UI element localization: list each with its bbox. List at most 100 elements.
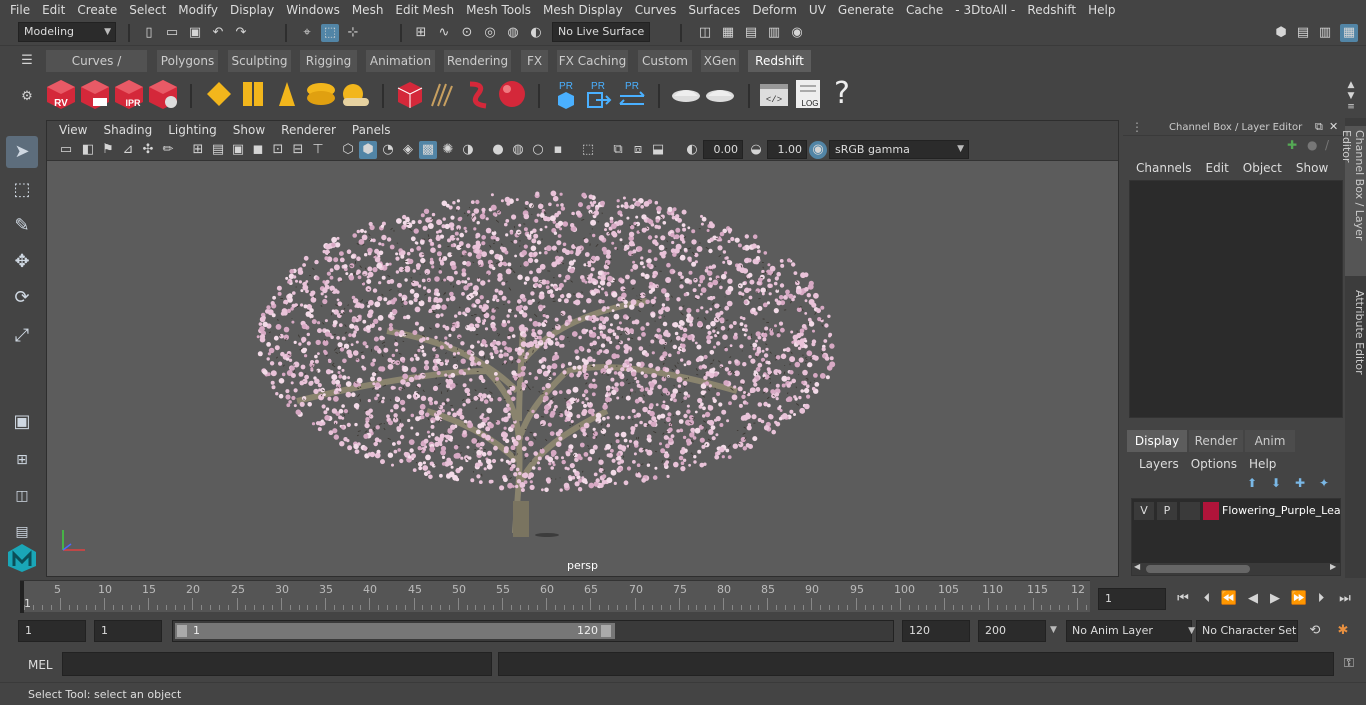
go-to-start-icon[interactable]: ⏮ [1174, 590, 1192, 608]
range-handle[interactable]: 1 120 [175, 623, 615, 639]
anti-aliasing-icon[interactable]: ○ [529, 141, 547, 159]
layer-tab-render[interactable]: Render [1189, 430, 1243, 452]
viewport-menu-lighting[interactable]: Lighting [160, 123, 225, 137]
layer-tab-anim[interactable]: Anim [1245, 430, 1295, 452]
shelf-tab-sculpting[interactable]: Sculpting [228, 50, 292, 72]
layer-menu-layers[interactable]: Layers [1133, 457, 1185, 471]
gamma-icon[interactable]: ◒ [747, 141, 765, 159]
animation-end-field[interactable]: 200 [978, 620, 1046, 642]
redshift-batch-render-icon[interactable] [79, 78, 111, 110]
select-hierarchy-icon[interactable]: ⌖ [298, 24, 316, 42]
mode-select[interactable]: Modeling ▼ [18, 22, 116, 42]
grid-icon[interactable]: ⊞ [189, 141, 207, 159]
toggle-channel-box-icon[interactable]: ▦ [1340, 24, 1358, 42]
character-set-select[interactable]: No Character Set [1196, 620, 1298, 642]
step-forward-key-icon[interactable]: ⏩ [1290, 590, 1308, 608]
anim-layer-select[interactable]: No Anim Layer ▼ [1066, 620, 1195, 642]
redshift-hair-icon[interactable] [428, 78, 460, 110]
exposure-field[interactable]: 0.00 [703, 140, 743, 159]
playback-end-field[interactable]: 120 [902, 620, 970, 642]
channel-keyed-icon[interactable]: ✚ [1287, 138, 1297, 152]
shelf-tab-fx-caching[interactable]: FX Caching [557, 50, 629, 72]
menu-display[interactable]: Display [224, 3, 280, 17]
pr-cube-icon[interactable]: PR [550, 78, 582, 110]
bake-options-icon[interactable] [704, 78, 736, 110]
move-layer-down-icon[interactable]: ⬇ [1271, 476, 1281, 490]
menu-redshift[interactable]: Redshift [1021, 3, 1082, 17]
channel-box-menu-edit[interactable]: Edit [1199, 161, 1236, 175]
viewport-menu-show[interactable]: Show [225, 123, 273, 137]
range-bar[interactable]: 1 120 [172, 620, 894, 642]
xray-icon[interactable]: ⧉ [609, 141, 627, 159]
scale-tool-icon[interactable]: ⤢ [6, 320, 38, 352]
step-back-key-icon[interactable]: ⏪ [1220, 590, 1238, 608]
four-view-layout-icon[interactable]: ⊞ [6, 444, 38, 476]
workspace-icon[interactable]: ⬢ [1272, 24, 1290, 42]
redshift-proxy-icon[interactable] [394, 78, 426, 110]
time-ruler[interactable]: 1 5 10 15 20 25 30 35 40 45 50 55 60 65 70 75 80 85 90 95 1… [20, 580, 1090, 613]
menu-mesh-tools[interactable]: Mesh Tools [460, 3, 537, 17]
paint-select-tool-icon[interactable]: ✎ [6, 210, 38, 242]
depth-of-field-icon[interactable]: ▪ [549, 141, 567, 159]
menu-modify[interactable]: Modify [172, 3, 224, 17]
move-tool-icon[interactable]: ✥ [6, 246, 38, 278]
layer-menu-help[interactable]: Help [1243, 457, 1282, 471]
menu-3dtoall[interactable]: - 3DtoAll - [949, 3, 1021, 17]
redshift-light-ies-icon[interactable] [271, 78, 303, 110]
layer-display-type-toggle[interactable] [1180, 502, 1200, 520]
script-editor-icon[interactable]: </> [758, 78, 790, 110]
step-back-frame-icon[interactable]: ⏴ [1198, 590, 1216, 608]
shelf-tab-redshift[interactable]: Redshift [748, 50, 812, 72]
current-frame-field[interactable]: 1 [1098, 588, 1166, 610]
viewport-menu-view[interactable]: View [51, 123, 95, 137]
redshift-ipr-icon[interactable]: IPR [113, 78, 145, 110]
layer-visibility-toggle[interactable]: V [1134, 502, 1154, 520]
menu-uv[interactable]: UV [803, 3, 832, 17]
screen-space-ao-icon[interactable]: ● [489, 141, 507, 159]
safe-title-icon[interactable]: ⊤ [309, 141, 327, 159]
tab-channel-box[interactable]: Channel Box / Layer Editor [1340, 126, 1366, 276]
single-perspective-layout-icon[interactable]: ▣ [6, 406, 38, 438]
open-scene-icon[interactable]: ▭ [163, 24, 181, 42]
select-components-icon[interactable]: ⊹ [344, 24, 362, 42]
step-forward-frame-icon[interactable]: ⏵ [1312, 590, 1330, 608]
redshift-sun-sky-icon[interactable] [339, 78, 371, 110]
menu-help[interactable]: Help [1082, 3, 1121, 17]
drag-handle-icon[interactable]: ⋮ [1131, 120, 1143, 134]
snap-view-icon[interactable]: ◎ [481, 24, 499, 42]
color-space-select[interactable]: sRGB gamma ▼ [829, 140, 969, 159]
new-layer-selected-icon[interactable]: ✦ [1319, 476, 1329, 490]
viewport-menu-shading[interactable]: Shading [95, 123, 160, 137]
snap-point-icon[interactable]: ⊙ [458, 24, 476, 42]
viewport-panel[interactable]: View Shading Lighting Show Renderer Panels ▭ … [46, 120, 1119, 577]
select-objects-icon[interactable]: ⬚ [321, 24, 339, 42]
menu-generate[interactable]: Generate [832, 3, 900, 17]
menu-edit[interactable]: Edit [36, 3, 71, 17]
default-material-icon[interactable]: ◔ [379, 141, 397, 159]
script-editor-icon[interactable]: ⚿ [1340, 655, 1358, 673]
gate-mask-icon[interactable]: ◼ [249, 141, 267, 159]
snap-live-icon[interactable]: ◐ [527, 24, 545, 42]
save-scene-icon[interactable]: ▣ [186, 24, 204, 42]
redo-icon[interactable]: ↷ [232, 24, 250, 42]
new-scene-icon[interactable]: ▯ [140, 24, 158, 42]
scrollbar-thumb[interactable] [1146, 565, 1250, 573]
shelf-menu-icon[interactable]: ☰ [18, 52, 36, 70]
xray-joints-icon[interactable]: ⧈ [629, 141, 647, 159]
channel-box-menu-channels[interactable]: Channels [1129, 161, 1199, 175]
menu-surfaces[interactable]: Surfaces [682, 3, 746, 17]
log-icon[interactable]: LOG [792, 78, 824, 110]
play-forward-icon[interactable]: ▶ [1266, 590, 1284, 608]
render-settings-icon[interactable]: ▥ [765, 24, 783, 42]
shelf-tab-fx[interactable]: FX [521, 50, 549, 72]
shelf-tab-curves-surfaces[interactable]: Curves / Surfaces [46, 50, 148, 90]
live-surface-field[interactable]: No Live Surface [552, 22, 650, 42]
viewport-menu-renderer[interactable]: Renderer [273, 123, 344, 137]
redshift-render-settings-icon[interactable] [147, 78, 179, 110]
isolate-select-icon[interactable]: ⬚ [579, 141, 597, 159]
wireframe-on-shaded-icon[interactable]: ◈ [399, 141, 417, 159]
layer-playback-toggle[interactable]: P [1157, 502, 1177, 520]
playback-start-field[interactable]: 1 [94, 620, 162, 642]
range-start-grip[interactable] [177, 625, 187, 637]
2d-pan-zoom-icon[interactable]: ✣ [139, 141, 157, 159]
